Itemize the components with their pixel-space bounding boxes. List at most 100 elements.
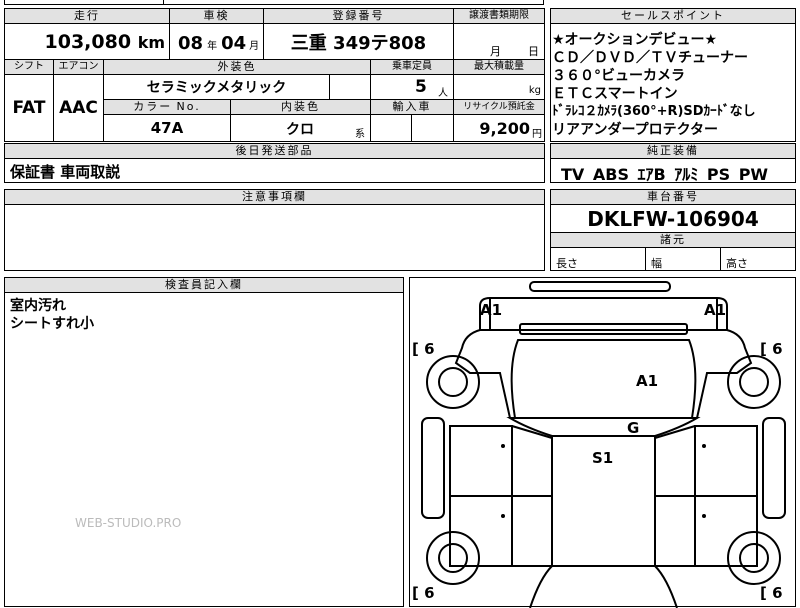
transfer-day-unit: 日 <box>528 45 539 58</box>
inspection-cell: 08 年 04 月 <box>170 24 264 60</box>
color-no-value: 47A <box>104 115 231 141</box>
interior-color-value: クロ <box>286 122 314 138</box>
sales-point-line: ＥＴＣスマートイン <box>552 86 678 102</box>
equipment-section: 純正装備 TV ABS ｴｱB ｱﾙﾐ PS PW <box>550 143 796 184</box>
max-load-header: 最大積載量 <box>454 60 544 75</box>
mileage-value: 103,080 <box>44 31 132 53</box>
import-cell-b <box>412 115 454 141</box>
chassis-value: DKLFW-106904 <box>551 205 795 233</box>
exterior-color-header: 外装色 <box>104 60 371 75</box>
inspection-year: 08 <box>178 33 204 54</box>
transfer-month-unit: 月 <box>490 45 501 58</box>
max-load-unit: kg <box>528 85 541 96</box>
exterior-color-value: セラミックメタリック <box>104 75 330 100</box>
inspection-header: 車検 <box>170 9 264 24</box>
inspector-line: シートすれ小 <box>10 316 94 332</box>
shift-value: FAT <box>5 75 54 141</box>
front-outline <box>479 297 728 330</box>
import-cell-a <box>371 115 412 141</box>
sales-point-line: ★オークションデビュー★ <box>552 32 718 48</box>
capacity-cell: 5 人 <box>371 75 454 100</box>
mark-front-left: A1 <box>480 301 503 319</box>
mark-windshield: G <box>627 419 640 437</box>
mileage-unit: km <box>137 33 165 52</box>
import-header: 輸入車 <box>371 100 454 115</box>
vehicle-info-table: 走行 車検 登録番号 譲渡書類期限 103,080 km 08 年 04 月 三重 3… <box>4 8 545 142</box>
later-parts-section: 後日発送部品 保証書 車両取説 <box>4 143 545 183</box>
dimension-length-label: 長さ <box>556 257 578 270</box>
interior-color-cell: クロ 系 <box>231 115 371 141</box>
capacity-unit: 人 <box>438 88 448 99</box>
right-sill <box>762 417 786 519</box>
equipment-value: TV ABS ｴｱB ｱﾙﾐ PS PW <box>561 165 769 184</box>
inspection-month: 04 <box>221 33 247 54</box>
chassis-section: 車台番号 DKLFW-106904 諸元 長さ 幅 高さ <box>550 189 796 271</box>
registration-value: 三重 349テ808 <box>264 24 454 60</box>
dimension-width-label: 幅 <box>651 257 662 270</box>
rear-right-wheel <box>727 531 781 585</box>
registration-header: 登録番号 <box>264 9 454 24</box>
dimension-height-label: 高さ <box>726 257 748 270</box>
sales-point-line: ＣＤ／ＤＶＤ／ＴＶチューナー <box>552 50 748 66</box>
sales-points-header: セールスポイント <box>551 9 795 24</box>
equipment-header: 純正装備 <box>551 144 795 159</box>
mileage-header: 走行 <box>5 9 170 24</box>
tire-label-front-left: [ 6 <box>412 340 435 358</box>
inspection-month-unit: 月 <box>249 41 260 52</box>
front-left-wheel <box>426 355 480 409</box>
exterior-color-extra <box>330 75 371 100</box>
tire-label-rear-left: [ 6 <box>412 584 435 602</box>
recycle-value: 9,200 <box>479 119 530 138</box>
dimensions-header: 諸元 <box>551 233 795 248</box>
sales-point-line: リアアンダープロテクター <box>552 122 719 138</box>
car-diagram-svg <box>421 281 786 608</box>
left-rear-door <box>449 495 513 567</box>
sales-point-line: ﾄﾞﾗﾚｺ２ｶﾒﾗ(360°+R)SDｶｰﾄﾞなし <box>552 104 756 119</box>
left-sill <box>421 417 445 519</box>
inspector-header: 検査員記入欄 <box>5 278 403 293</box>
capacity-header: 乗車定員 <box>371 60 454 75</box>
mark-hood: A1 <box>636 372 659 390</box>
later-parts-header: 後日発送部品 <box>5 144 544 159</box>
transfer-deadline-cell: 月 日 <box>454 24 544 60</box>
color-no-header: カラー No. <box>104 100 231 115</box>
max-load-cell: kg <box>454 75 544 100</box>
notes-section: 注意事項欄 <box>4 189 545 271</box>
left-front-door <box>449 425 513 497</box>
inspection-year-unit: 年 <box>207 41 218 52</box>
interior-color-header: 内装色 <box>231 100 371 115</box>
inspector-section: 検査員記入欄 室内汚れ シートすれ小 WEB-STUDIO.PRO <box>4 277 404 607</box>
watermark: WEB-STUDIO.PRO <box>75 516 182 530</box>
right-rear-door <box>694 495 758 567</box>
car-diagram: [ 6 [ 6 [ 6 [ 6 A1 A1 A1 G S1 <box>409 277 796 608</box>
shift-header: シフト <box>5 60 54 75</box>
recycle-unit: 円 <box>532 129 542 140</box>
dimension-width-cell: 幅 <box>646 248 721 270</box>
mark-front-right: A1 <box>704 301 727 319</box>
rear-left-wheel <box>426 531 480 585</box>
chassis-header: 車台番号 <box>551 190 795 205</box>
aircon-header: エアコン <box>54 60 104 75</box>
top-strip <box>0 0 800 6</box>
capacity-value: 5 <box>415 77 427 97</box>
notes-header: 注意事項欄 <box>5 190 544 205</box>
mark-roof: S1 <box>592 449 614 467</box>
inspector-line: 室内汚れ <box>10 298 66 314</box>
hood <box>510 339 697 419</box>
recycle-header: リサイクル預託金 <box>454 100 544 115</box>
interior-color-suffix: 系 <box>355 129 365 140</box>
tire-label-rear-right: [ 6 <box>760 584 783 602</box>
front-bumper-bar <box>529 281 671 292</box>
right-front-door <box>694 425 758 497</box>
tire-label-front-right: [ 6 <box>760 340 783 358</box>
mileage-cell: 103,080 km <box>5 24 170 60</box>
later-parts-value: 保証書 車両取説 <box>10 163 121 181</box>
rear-window <box>529 565 553 608</box>
aircon-value: AAC <box>54 75 104 141</box>
dimension-height-cell: 高さ <box>721 248 795 270</box>
transfer-deadline-header: 譲渡書類期限 <box>454 9 544 24</box>
dimension-length-cell: 長さ <box>551 248 646 270</box>
sales-points-section: セールスポイント ★オークションデビュー★ ＣＤ／ＤＶＤ／ＴＶチューナー ３６０… <box>550 8 796 142</box>
sales-point-line: ３６０°ビューカメラ <box>552 68 685 84</box>
recycle-cell: 9,200 円 <box>454 115 544 141</box>
